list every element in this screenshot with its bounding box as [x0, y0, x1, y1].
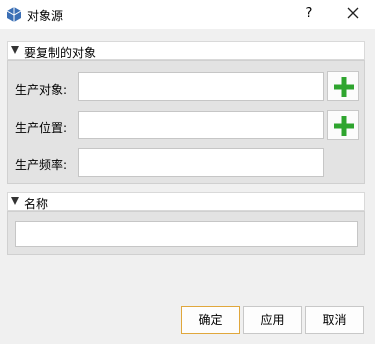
- title-bar: 对象源 ?: [0, 0, 375, 29]
- production-frequency-field[interactable]: [78, 148, 324, 177]
- name-field[interactable]: [15, 221, 358, 247]
- add-production-object-button[interactable]: [327, 71, 359, 101]
- production-frequency-label: 生产频率:: [15, 158, 68, 172]
- section-title-copy-objects: 要复制的对象: [24, 46, 97, 60]
- section-header-copy-objects[interactable]: 要复制的对象: [7, 41, 365, 60]
- help-button[interactable]: ?: [296, 3, 322, 25]
- production-object-field[interactable]: [78, 72, 324, 101]
- section-title-name: 名称: [24, 197, 49, 211]
- window-title: 对象源: [27, 9, 64, 23]
- production-object-label: 生产对象:: [15, 83, 68, 97]
- close-button[interactable]: [340, 3, 366, 25]
- cancel-button[interactable]: 取消: [305, 306, 364, 334]
- add-production-location-button[interactable]: [327, 110, 359, 140]
- production-location-label: 生产位置:: [15, 121, 68, 135]
- production-location-field[interactable]: [78, 111, 324, 139]
- collapse-triangle-icon[interactable]: [11, 197, 19, 205]
- section-header-name[interactable]: 名称: [7, 192, 365, 211]
- apply-button[interactable]: 应用: [243, 306, 302, 334]
- app-icon: [6, 6, 22, 23]
- collapse-triangle-icon[interactable]: [11, 46, 19, 54]
- close-icon: [340, 7, 366, 28]
- ok-button[interactable]: 确定: [181, 306, 240, 334]
